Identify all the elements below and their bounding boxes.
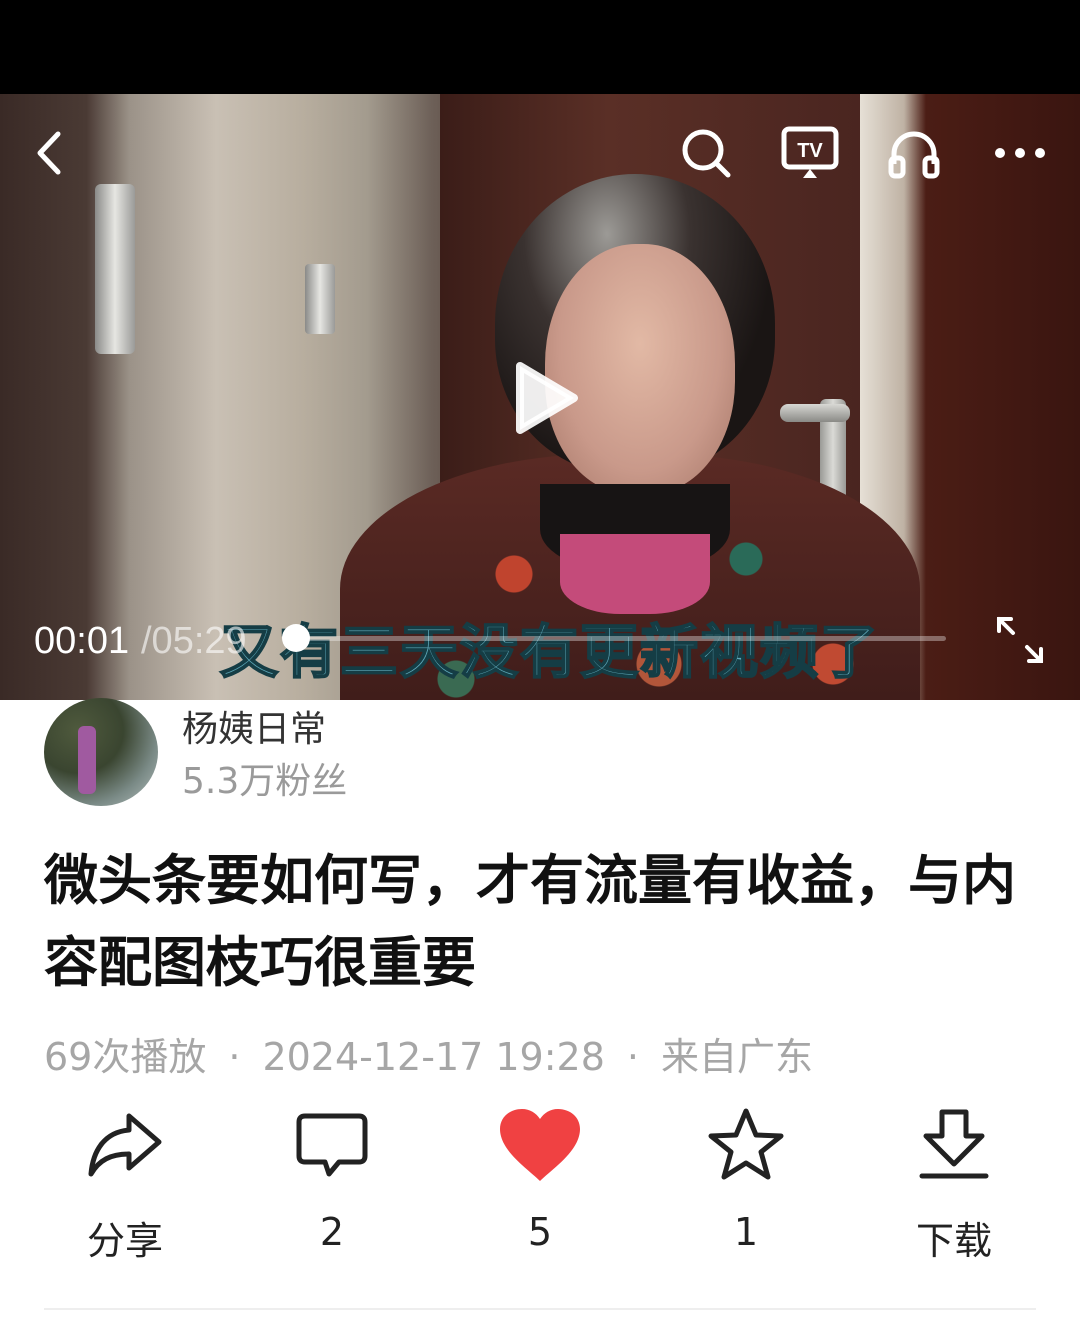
- share-icon: [88, 1113, 162, 1177]
- total-duration: /05:29: [141, 620, 247, 662]
- play-icon: [516, 362, 578, 434]
- tv-cast-icon: TV: [781, 126, 839, 178]
- search-icon: [682, 129, 731, 178]
- author-name[interactable]: 杨姨日常: [182, 700, 326, 752]
- post-meta: 69次播放 · 2024-12-17 19:28 · 来自广东: [44, 1026, 813, 1081]
- search-button[interactable]: [676, 123, 736, 183]
- like-button[interactable]: 5: [460, 1100, 620, 1258]
- post-datetime: 2024-12-17 19:28: [262, 1035, 605, 1079]
- post-title: 微头条要如何写，才有流量有收益，与内容配图枝巧很重要: [44, 849, 1016, 994]
- back-icon: [37, 131, 61, 175]
- meta-separator: ·: [228, 1035, 241, 1079]
- svg-text:TV: TV: [797, 140, 823, 162]
- favorite-button[interactable]: 1: [666, 1100, 826, 1258]
- play-button[interactable]: [505, 358, 585, 438]
- download-icon: [919, 1109, 989, 1179]
- follower-count: 5.3万粉丝: [182, 761, 348, 802]
- progress-thumb[interactable]: [282, 624, 310, 652]
- favorite-count: 1: [733, 1210, 759, 1254]
- background-handle-small: [305, 264, 335, 334]
- comment-count: 2: [319, 1210, 345, 1254]
- background-handle: [95, 184, 135, 354]
- meta-separator: ·: [626, 1035, 639, 1079]
- heart-icon: [500, 1109, 580, 1181]
- fullscreen-button[interactable]: [995, 615, 1045, 665]
- share-label: 分享: [86, 1219, 163, 1263]
- avatar-figure: [78, 726, 96, 794]
- divider: [44, 1308, 1036, 1310]
- download-label: 下载: [915, 1219, 992, 1263]
- author-avatar[interactable]: [44, 698, 158, 806]
- comment-icon: [296, 1113, 368, 1177]
- headphones-icon: [888, 131, 940, 179]
- current-time: 00:01: [34, 620, 130, 662]
- progress-track[interactable]: [296, 636, 946, 641]
- person-shirt: [560, 534, 710, 614]
- fullscreen-icon: [997, 617, 1043, 663]
- more-icon: [995, 148, 1045, 158]
- download-button[interactable]: 下载: [874, 1100, 1034, 1263]
- back-button[interactable]: [18, 123, 78, 183]
- comment-button[interactable]: 2: [252, 1100, 412, 1258]
- play-count: 69次播放: [44, 1035, 207, 1079]
- post-location: 来自广东: [660, 1035, 813, 1079]
- more-button[interactable]: [990, 123, 1050, 183]
- headphones-button[interactable]: [884, 123, 944, 183]
- share-button[interactable]: 分享: [45, 1100, 205, 1263]
- tv-cast-button[interactable]: TV: [780, 123, 840, 183]
- door-handle: [780, 404, 850, 422]
- star-icon: [708, 1108, 784, 1180]
- like-count: 5: [527, 1210, 553, 1254]
- status-bar: [0, 0, 1080, 94]
